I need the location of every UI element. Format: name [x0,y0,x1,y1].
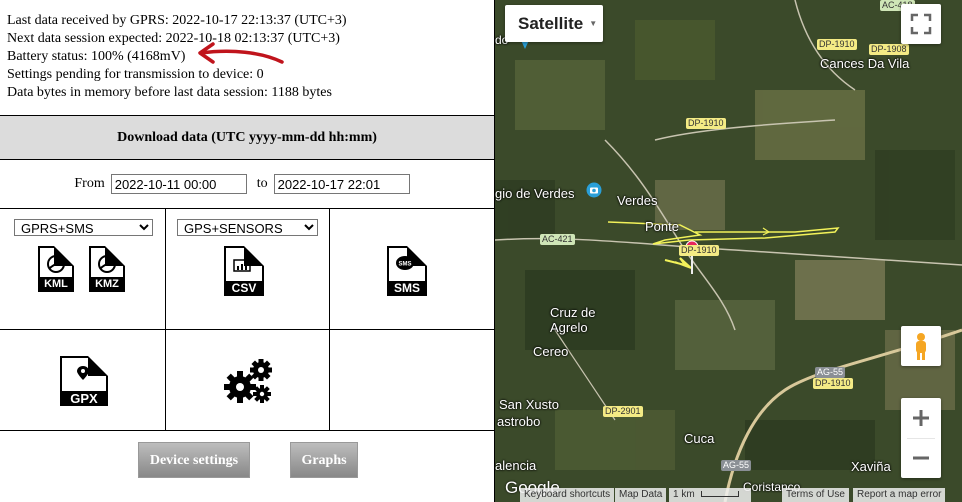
report-error-link[interactable]: Report a map error [853,488,946,502]
data-bytes-text: Data bytes in memory before last data se… [7,85,332,100]
scale-line [701,491,740,498]
place-label: alencia [495,458,537,473]
zoom-out-button[interactable] [901,438,941,478]
map-data-link[interactable]: Map Data [615,488,667,502]
globe-icon [98,255,116,273]
from-date-input[interactable] [110,174,247,194]
gears-icon[interactable] [222,356,274,406]
csv-label: CSV [224,281,264,296]
plus-icon [913,410,929,426]
pegman-icon [916,333,926,360]
road-label: DP-1910 [817,39,857,50]
graphs-button[interactable]: Graphs [290,442,358,478]
place-label: gio de Verdes [495,186,575,201]
grid-cell [166,330,330,430]
kml-download-icon[interactable]: KML [38,246,74,292]
sms-bubble-text: SMS [398,262,411,268]
gpx-label: GPX [60,391,108,406]
gpx-download-icon[interactable]: GPX [60,356,108,406]
spreadsheet-icon [233,259,251,272]
road-label: DP-1910 [813,378,853,389]
place-label: Xaviña [851,459,891,474]
zoom-control [901,398,941,478]
last-received-text: Last data received by GPRS: 2022-10-17 2… [7,13,347,28]
minus-icon [913,456,929,460]
kmz-download-icon[interactable]: KMZ [89,246,125,292]
road-label: DP-1910 [679,245,719,256]
place-label: San Xusto [499,397,559,412]
status-block: Last data received by GPRS: 2022-10-17 2… [7,12,347,102]
road-label: DP-2901 [603,406,643,417]
device-settings-button[interactable]: Device settings [138,442,250,478]
chat-bubble-icon: SMS [396,256,414,270]
grid-cell: SMS SMS [330,209,495,329]
camera-poi-icon[interactable] [586,182,602,198]
settings-pending-text: Settings pending for transmission to dev… [7,67,264,82]
sms-download-icon[interactable]: SMS SMS [387,246,427,296]
to-date-input[interactable] [273,174,410,194]
road-label: DP-1910 [686,118,726,129]
divider [0,430,495,431]
terms-link[interactable]: Terms of Use [782,488,849,502]
source-select[interactable]: GPRS+SMS [14,219,153,236]
battery-text: Battery status: 100% (4168mV) [7,49,186,64]
from-label: From [74,176,105,191]
globe-icon [47,255,65,273]
satellite-imagery [495,0,962,502]
data-type-select[interactable]: GPS+SENSORS [177,219,318,236]
place-label: Verdes [617,193,658,208]
road-label: DP-1908 [869,44,909,55]
sms-label: SMS [387,281,427,296]
fullscreen-button[interactable] [901,4,941,44]
place-label: Ponte [645,219,679,234]
scale-bar[interactable]: 1 km [669,488,751,502]
scale-label: 1 km [673,489,695,500]
grid-cell: GPS+SENSORS CSV [166,209,330,329]
download-header: Download data (UTC yyyy-mm-dd hh:mm) [0,116,494,159]
map-type-label: Satellite [518,13,584,33]
chevron-down-icon: ▼ [589,19,598,28]
place-label: Agrelo [550,320,588,335]
place-label: astrobo [497,414,541,429]
grid-cell: GPRS+SMS KML KMZ [0,209,166,329]
kmz-label: KMZ [89,277,125,292]
fullscreen-icon [910,13,932,35]
annotation-arrow [198,42,284,64]
csv-download-icon[interactable]: CSV [224,246,264,296]
road-label: AG-55 [815,367,846,378]
map-pin-icon [77,366,89,380]
grid-cell: GPX [0,330,166,430]
place-label: Cruz de [550,305,596,320]
map-type-button[interactable]: Satellite ▼ [505,5,603,42]
zoom-in-button[interactable] [901,398,941,438]
to-label: to [256,176,268,191]
kml-label: KML [38,277,74,292]
keyboard-shortcuts-link[interactable]: Keyboard shortcuts [520,488,615,502]
map-view[interactable]: do Cances Da Vila gio de Verdes Verdes P… [495,0,962,502]
road-label: AG-55 [721,460,752,471]
place-label: Cuca [684,431,715,446]
place-label: Cereo [533,344,569,359]
street-view-pegman-button[interactable] [901,326,941,366]
date-range-row: From to [0,160,494,208]
road-label: AC-421 [540,234,575,245]
grid-cell [330,330,495,430]
next-session-text: Next data session expected: 2022-10-18 0… [7,31,340,46]
data-panel: Last data received by GPRS: 2022-10-17 2… [0,0,495,502]
place-label: Cances Da Vila [820,56,910,71]
